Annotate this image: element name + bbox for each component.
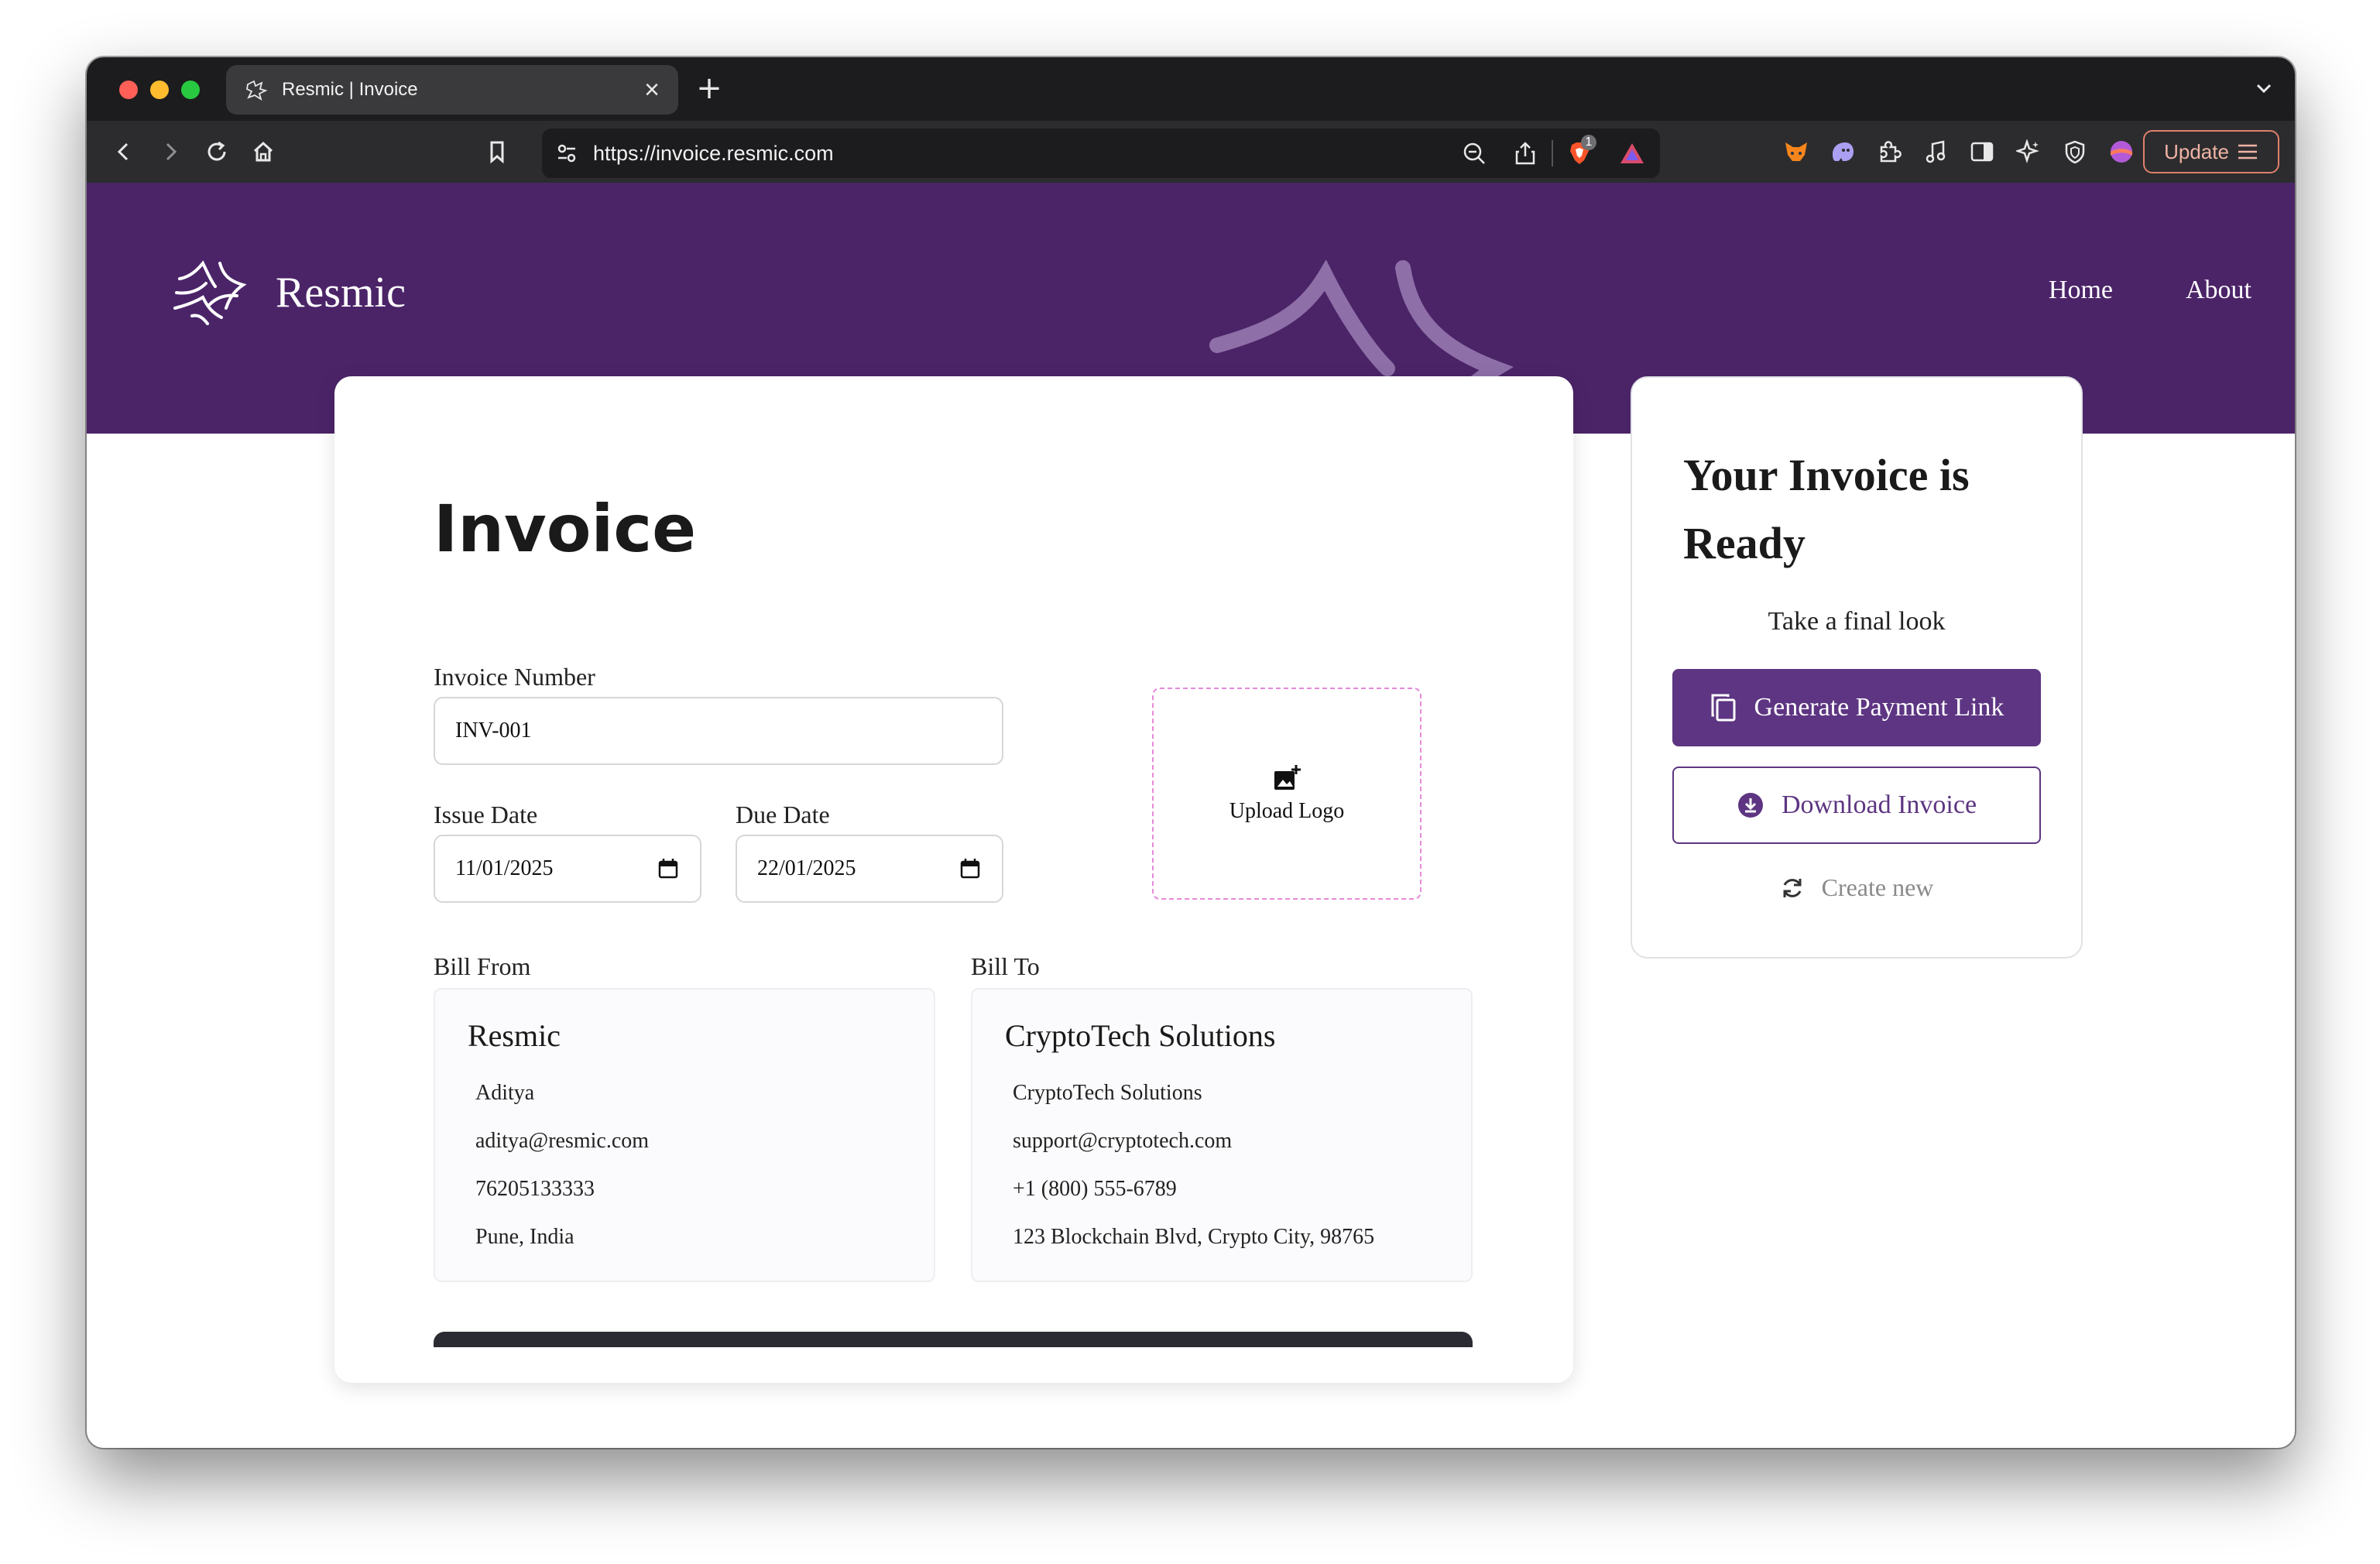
brave-shields-icon[interactable]: 1 [1561,135,1598,172]
zoom-window-button[interactable] [181,81,200,99]
bill-from-name[interactable]: Resmic [468,1017,561,1054]
media-music-icon[interactable] [1919,135,1953,169]
bill-to-email[interactable]: support@cryptotech.com [1013,1129,1232,1154]
invoice-number-label: Invoice Number [434,663,595,691]
invoice-title: Invoice [434,491,697,567]
issue-date-label: Issue Date [434,801,538,828]
phantom-extension-icon[interactable] [1826,135,1860,169]
create-new-label: Create new [1821,873,1934,901]
invoice-ready-panel: Your Invoice is Ready Take a final look … [1631,376,2083,959]
browser-window: Resmic | Invoice × + https://invoice.res… [87,57,2295,1448]
bill-from-phone[interactable]: 76205133333 [475,1177,595,1202]
bill-from-contact[interactable]: Aditya [475,1081,534,1106]
upload-logo-label: Upload Logo [1229,799,1345,823]
sidebar-toggle-icon[interactable] [1965,135,1999,169]
forward-icon[interactable] [153,135,187,169]
download-invoice-button[interactable]: Download Invoice [1672,767,2041,844]
minimize-window-button[interactable] [150,81,169,99]
vpn-shield-icon[interactable] [2058,135,2092,169]
upload-logo-dropzone[interactable]: Upload Logo [1152,688,1421,900]
share-icon[interactable] [1507,135,1544,172]
generate-payment-link-label: Generate Payment Link [1754,693,2004,722]
brand-name: Resmic [276,269,406,317]
bookmark-icon[interactable] [480,135,514,169]
tab-close-icon[interactable]: × [636,74,667,105]
generate-payment-link-button[interactable]: Generate Payment Link [1672,669,2041,746]
site-settings-icon[interactable] [548,135,585,172]
invoice-number-value: INV-001 [455,719,532,743]
items-table-header-bar [434,1332,1473,1347]
url-text[interactable]: https://invoice.resmic.com [593,142,1456,166]
profile-avatar-icon[interactable] [2104,135,2138,169]
leo-ai-sparkle-icon[interactable] [2011,135,2046,169]
refresh-icon [1783,878,1802,897]
resmic-logo-icon [173,260,247,325]
bill-to-label: Bill To [971,952,1040,980]
due-date-value: 22/01/2025 [757,856,856,880]
copy-icon [1711,694,1736,722]
main-nav: Home About [1976,276,2251,305]
update-label: Update [2164,139,2229,163]
calendar-icon[interactable] [959,857,982,880]
nav-home-link[interactable]: Home [2049,276,2113,305]
bill-to-box[interactable]: CryptoTech Solutions CryptoTech Solution… [971,988,1473,1282]
close-window-button[interactable] [119,81,138,99]
hamburger-menu-icon [2238,144,2257,159]
bill-from-email[interactable]: aditya@resmic.com [475,1129,649,1154]
reload-icon[interactable] [200,135,234,169]
ready-subtitle: Take a final look [1768,607,1946,636]
update-browser-button[interactable]: Update [2143,130,2279,173]
issue-date-value: 11/01/2025 [455,856,554,880]
bill-from-address[interactable]: Pune, India [475,1225,574,1250]
tab-list-chevron-icon[interactable] [2248,73,2279,104]
resmic-favicon-icon [246,80,268,101]
title-bar: Resmic | Invoice × + [87,57,2295,121]
home-icon[interactable] [246,135,280,169]
brand-logo[interactable]: Resmic [172,260,406,325]
zoom-out-icon[interactable] [1456,135,1493,172]
bill-to-address[interactable]: 123 Blockchain Blvd, Crypto City, 98765 [1013,1225,1374,1250]
calendar-icon[interactable] [657,857,680,880]
due-date-label: Due Date [736,801,830,828]
invoice-number-input[interactable]: INV-001 [434,697,1003,765]
metamask-extension-icon[interactable] [1779,135,1813,169]
bill-to-phone[interactable]: +1 (800) 555-6789 [1013,1177,1177,1202]
due-date-input[interactable]: 22/01/2025 [736,835,1003,903]
browser-toolbar: https://invoice.resmic.com 1 Update [87,121,2295,183]
bill-from-label: Bill From [434,952,531,980]
bill-from-box[interactable]: Resmic Aditya aditya@resmic.com 76205133… [434,988,935,1282]
download-circle-icon [1737,793,1763,818]
back-icon[interactable] [107,135,141,169]
create-new-button[interactable]: Create new [1632,873,2081,902]
download-invoice-label: Download Invoice [1781,791,1977,819]
invoice-form-card: Invoice Invoice Number INV-001 Issue Dat… [334,376,1573,1383]
extensions-puzzle-icon[interactable] [1872,135,1906,169]
brave-rewards-icon[interactable] [1614,135,1651,172]
nav-about-link[interactable]: About [2186,276,2251,305]
new-tab-button[interactable]: + [692,70,726,106]
address-bar[interactable]: https://invoice.resmic.com 1 [542,129,1660,178]
bill-to-name[interactable]: CryptoTech Solutions [1005,1017,1275,1054]
tab-title: Resmic | Invoice [282,79,418,100]
bill-to-contact[interactable]: CryptoTech Solutions [1013,1081,1202,1106]
browser-tab[interactable]: Resmic | Invoice × [226,65,678,115]
add-photo-icon [1274,765,1301,790]
ready-title: Your Invoice is Ready [1683,450,1970,568]
shields-count-badge: 1 [1581,135,1596,150]
issue-date-input[interactable]: 11/01/2025 [434,835,701,903]
